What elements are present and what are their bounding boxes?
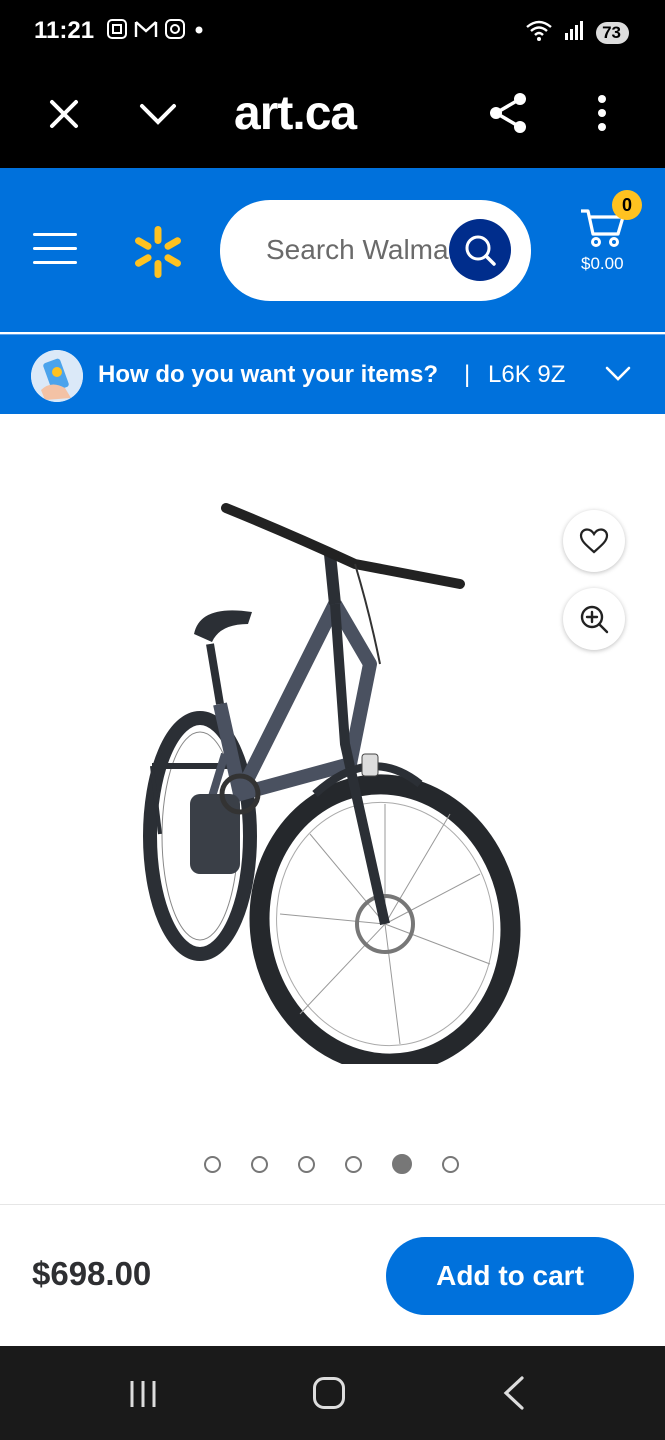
zoom-button[interactable] [563, 588, 625, 650]
favorite-button[interactable] [563, 510, 625, 572]
screenshot-icon [106, 18, 128, 45]
wifi-icon [524, 18, 554, 47]
system-icons: 73 [524, 18, 629, 47]
status-bar: 11:21 73 [0, 0, 665, 64]
search-box[interactable] [220, 200, 531, 301]
more-vert-icon[interactable] [590, 92, 614, 136]
delivery-separator: | [464, 361, 471, 388]
gmail-icon [134, 18, 158, 45]
cart-total: $0.00 [581, 254, 624, 273]
recent-apps-icon[interactable] [128, 1378, 160, 1410]
close-icon[interactable] [44, 94, 84, 134]
buy-bar: $698.00 Add to cart [0, 1204, 665, 1346]
dot-icon [192, 18, 206, 45]
walmart-spark-logo[interactable] [130, 224, 186, 280]
chevron-down-icon[interactable] [136, 94, 180, 134]
search-input[interactable] [266, 230, 456, 270]
battery-indicator: 73 [596, 21, 629, 44]
add-to-cart-button[interactable]: Add to cart [386, 1237, 634, 1315]
site-header: 0 $0.00 [0, 168, 665, 332]
heart-icon [579, 528, 609, 554]
delivery-question: How do you want your items? [98, 361, 439, 388]
share-icon[interactable] [486, 90, 530, 136]
carousel-dot-active[interactable] [392, 1154, 412, 1174]
system-nav-bar [0, 1346, 665, 1440]
carousel-dot[interactable] [345, 1155, 362, 1173]
product-price: $698.00 [32, 1255, 152, 1292]
status-time: 11:21 [34, 17, 95, 44]
product-image-ebike[interactable] [140, 494, 540, 1064]
zoom-in-icon [580, 605, 609, 634]
product-image-carousel[interactable] [0, 414, 665, 1204]
chevron-down-icon[interactable] [604, 363, 632, 385]
delivery-phone-icon [31, 350, 83, 402]
instagram-icon [164, 18, 186, 45]
menu-icon[interactable] [33, 233, 77, 267]
url-bar[interactable]: art.ca [234, 86, 357, 141]
postal-code: L6K 9Z [488, 361, 566, 388]
home-icon[interactable] [313, 1377, 345, 1409]
carousel-pagination [204, 1154, 459, 1174]
browser-toolbar: art.ca [0, 64, 665, 168]
carousel-dot[interactable] [204, 1155, 221, 1173]
carousel-dot[interactable] [251, 1155, 268, 1173]
notification-icons [106, 18, 206, 45]
carousel-dot[interactable] [442, 1155, 459, 1173]
back-icon[interactable] [502, 1376, 526, 1410]
carousel-dot[interactable] [298, 1155, 315, 1173]
cart-count-badge: 0 [612, 190, 642, 220]
delivery-selector[interactable]: How do you want your items? | L6K 9Z [0, 334, 665, 414]
search-button[interactable] [449, 219, 511, 281]
signal-icon [564, 19, 586, 46]
search-icon [465, 235, 496, 266]
